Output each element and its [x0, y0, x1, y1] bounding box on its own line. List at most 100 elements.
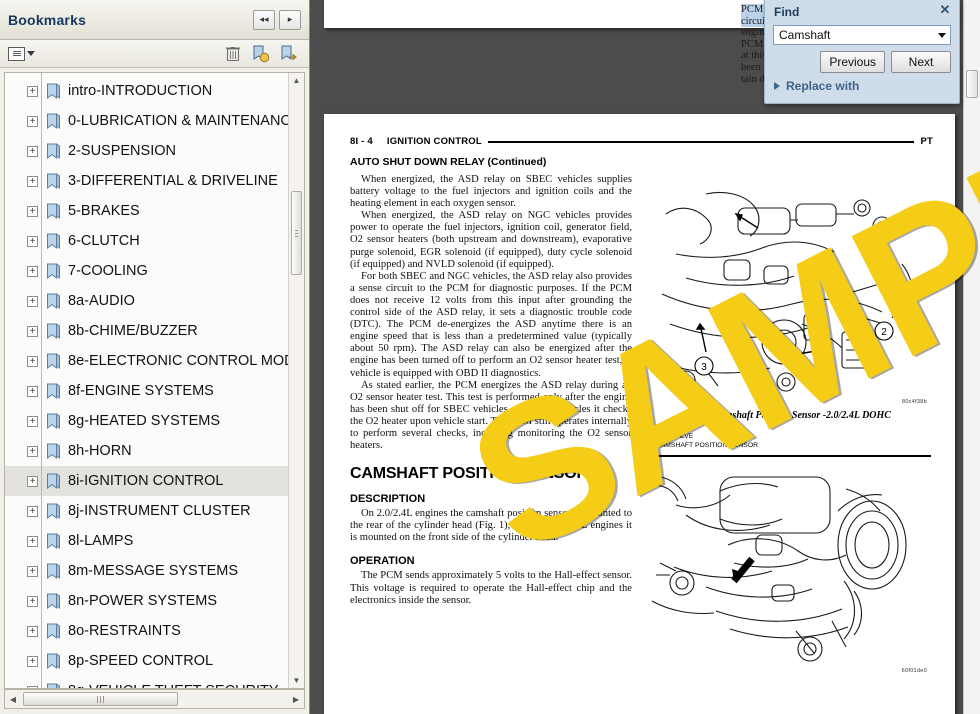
bookmarks-horizontal-scrollbar[interactable]: ◀ ▶: [4, 689, 305, 709]
search-input[interactable]: Camshaft: [774, 28, 933, 42]
bookmark-label: 8e-ELECTRONIC CONTROL MODULES: [68, 353, 288, 369]
new-bookmark-icon[interactable]: [249, 43, 273, 65]
bookmark-icon: [46, 502, 61, 520]
close-icon[interactable]: ✕: [938, 2, 952, 17]
bookmark-item[interactable]: +8l-LAMPS: [5, 520, 288, 556]
chevron-down-icon[interactable]: [933, 26, 950, 44]
bookmark-label: 8f-ENGINE SYSTEMS: [68, 383, 214, 399]
bookmark-item[interactable]: +2-SUSPENSION: [5, 130, 288, 166]
figure-legend-item: 2 - EGR VALVE: [646, 433, 694, 441]
options-list-icon[interactable]: [8, 46, 35, 61]
bookmark-item[interactable]: +8a-AUDIO: [5, 280, 288, 316]
bookmark-label: 6-CLUTCH: [68, 233, 140, 249]
section-title: CAMSHAFT POSITION SENSOR: [350, 465, 588, 483]
next-button[interactable]: Next: [891, 51, 951, 73]
bookmark-icon: [46, 682, 61, 688]
bookmark-label: 8q-VEHICLE THEFT SECURITY: [68, 683, 279, 688]
expand-icon[interactable]: +: [27, 475, 38, 487]
bookmark-item[interactable]: +8m-MESSAGE SYSTEMS: [5, 550, 288, 586]
expand-icon[interactable]: +: [27, 355, 38, 367]
bookmark-icon: [46, 472, 61, 490]
vehicle-code: PT: [920, 136, 933, 147]
bookmark-item[interactable]: +8f-ENGINE SYSTEMS: [5, 370, 288, 406]
bookmark-item[interactable]: +3-DIFFERENTIAL & DRIVELINE: [5, 160, 288, 196]
bookmark-item[interactable]: +8e-ELECTRONIC CONTROL MODULES: [5, 340, 288, 376]
bookmark-label: 8i-IGNITION CONTROL: [68, 473, 224, 489]
collapse-panel-button[interactable]: ◂◂: [253, 9, 275, 30]
bookmark-item[interactable]: + intro-INTRODUCTION: [5, 73, 288, 106]
bookmark-item[interactable]: +8i-IGNITION CONTROL: [5, 460, 288, 496]
expand-icon[interactable]: +: [27, 325, 38, 337]
bookmark-icon: [46, 292, 61, 310]
bookmark-item[interactable]: +7-COOLING: [5, 250, 288, 286]
page-subheading: AUTO SHUT DOWN RELAY (Continued): [350, 156, 547, 168]
expand-icon[interactable]: +: [27, 235, 38, 247]
bookmark-item[interactable]: +8o-RESTRAINTS: [5, 610, 288, 646]
viewer-scroll-thumb[interactable]: [966, 70, 978, 98]
bookmark-icon: [46, 322, 61, 340]
page-section-name: IGNITION CONTROL: [386, 136, 482, 147]
expand-icon[interactable]: +: [27, 655, 38, 667]
bookmark-item[interactable]: +8n-POWER SYSTEMS: [5, 580, 288, 616]
expand-icon[interactable]: +: [27, 535, 38, 547]
bookmark-item[interactable]: +8j-INSTRUMENT CLUSTER: [5, 490, 288, 526]
expand-icon[interactable]: +: [27, 595, 38, 607]
trash-icon[interactable]: [221, 43, 245, 65]
expand-icon[interactable]: +: [27, 145, 38, 157]
bookmark-item[interactable]: +8g-HEATED SYSTEMS: [5, 400, 288, 436]
expand-icon[interactable]: +: [27, 625, 38, 637]
subsection-heading: OPERATION: [350, 555, 415, 568]
figure-1: 2 3 80c4f38b: [646, 174, 931, 407]
scroll-right-arrow-icon[interactable]: ▶: [288, 690, 304, 708]
bookmarks-vertical-scrollbar[interactable]: ▲ ▼: [288, 73, 304, 688]
expand-icon[interactable]: +: [27, 205, 38, 217]
bookmarks-panel-title: Bookmarks: [8, 11, 87, 28]
document-page: 8I - 4 IGNITION CONTROL PT AUTO SHUT DOW…: [324, 34, 980, 714]
right-figure-column: 2 3 80c4f38b Fig. 1 Camshaft Position Se…: [646, 174, 931, 676]
replace-with-expander[interactable]: Replace with: [774, 79, 859, 93]
expand-icon[interactable]: +: [27, 565, 38, 577]
bookmark-label: 5-BRAKES: [68, 203, 140, 219]
find-dialog[interactable]: Find ✕ Camshaft Previous Next Replace wi…: [764, 0, 960, 104]
scroll-left-arrow-icon[interactable]: ◀: [5, 690, 21, 708]
expand-icon[interactable]: +: [27, 175, 38, 187]
scroll-up-arrow-icon[interactable]: ▲: [289, 73, 304, 88]
expand-icon[interactable]: +: [27, 685, 38, 688]
bookmark-label: 3-DIFFERENTIAL & DRIVELINE: [68, 173, 278, 189]
expand-icon[interactable]: +: [27, 445, 38, 457]
bookmark-icon: [46, 172, 61, 190]
document-viewer[interactable]: PCM switched internal thecircuits. A 12 …: [311, 0, 980, 714]
bookmark-item[interactable]: +5-BRAKES: [5, 190, 288, 226]
bookmark-item[interactable]: +8p-SPEED CONTROL: [5, 640, 288, 676]
expand-icon[interactable]: +: [27, 505, 38, 517]
bookmark-item[interactable]: +8q-VEHICLE THEFT SECURITY: [5, 670, 288, 688]
bookmark-item[interactable]: +6-CLUTCH: [5, 220, 288, 256]
bookmark-icon: [46, 442, 61, 460]
bookmark-icon: [46, 82, 61, 100]
bookmark-icon: [46, 112, 61, 130]
scroll-down-arrow-icon[interactable]: ▼: [289, 673, 304, 688]
expand-icon[interactable]: +: [27, 85, 38, 97]
figure-divider: [646, 455, 931, 457]
find-combobox[interactable]: Camshaft: [773, 25, 951, 45]
expand-icon[interactable]: +: [27, 265, 38, 277]
bookmark-label: 8g-HEATED SYSTEMS: [68, 413, 221, 429]
viewer-vertical-scrollbar[interactable]: [963, 0, 980, 714]
bookmark-icon: [46, 592, 61, 610]
expand-icon[interactable]: +: [27, 295, 38, 307]
previous-button[interactable]: Previous: [820, 51, 885, 73]
bookmark-icon: [46, 352, 61, 370]
bookmarks-tree[interactable]: + intro-INTRODUCTION +0-LUBRICATION & MAIN…: [4, 72, 305, 689]
expand-icon[interactable]: +: [27, 415, 38, 427]
expand-panel-button[interactable]: ▸: [279, 9, 301, 30]
bookmark-item[interactable]: +8h-HORN: [5, 430, 288, 466]
bookmark-item[interactable]: +0-LUBRICATION & MAINTENANCE: [5, 100, 288, 136]
bookmarks-scroll-thumb[interactable]: [291, 191, 302, 275]
expand-icon[interactable]: +: [27, 115, 38, 127]
figure-id: 60f01de0: [901, 667, 927, 674]
bookmark-item[interactable]: +8b-CHIME/BUZZER: [5, 310, 288, 346]
expand-icon[interactable]: +: [27, 385, 38, 397]
bookmark-icon: [46, 562, 61, 580]
bookmarks-hscroll-thumb[interactable]: [23, 692, 178, 706]
goto-bookmark-icon[interactable]: [277, 43, 301, 65]
